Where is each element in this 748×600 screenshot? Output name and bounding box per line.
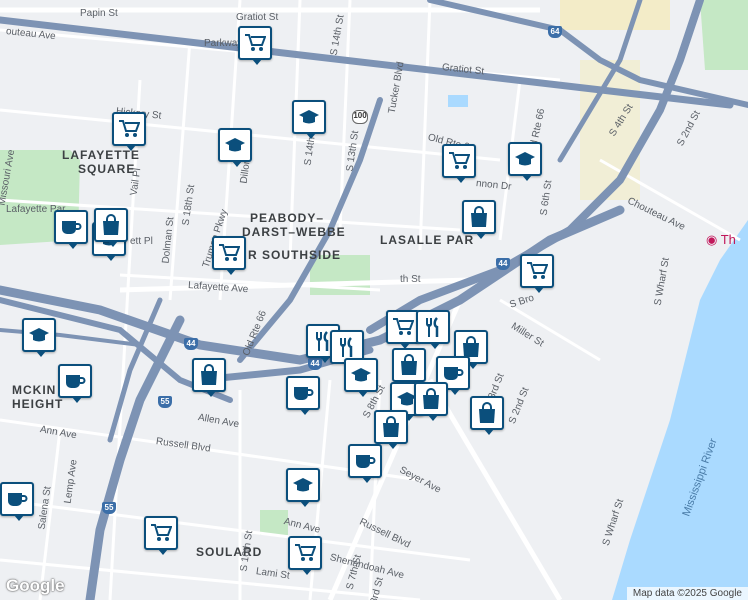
neighborhood-label: DARST–WEBBE [242, 225, 346, 239]
map-attribution[interactable]: Map data ©2025 Google [626, 587, 748, 600]
shopping-cart-icon [150, 523, 172, 543]
school-pin[interactable] [344, 358, 378, 397]
graduation-cap-icon [28, 326, 50, 344]
coffee-cup-icon [442, 364, 464, 382]
shopping-bag-icon [421, 388, 441, 410]
interstate-shield: 64 [548, 26, 562, 38]
interstate-shield: 44 [184, 338, 198, 350]
shopping-pin[interactable] [94, 208, 128, 247]
shopping-cart-icon [244, 33, 266, 53]
fork-knife-icon [337, 336, 357, 358]
park-area [700, 0, 748, 70]
neighborhood-label: LASALLE PAR [380, 233, 475, 247]
shopping-pin[interactable] [414, 382, 448, 421]
interstate-shield: 44 [496, 258, 510, 270]
state-route-shield: 100 [352, 110, 368, 124]
cafe-pin[interactable] [0, 482, 34, 521]
graduation-cap-icon [514, 150, 536, 168]
pond [448, 95, 468, 107]
school-pin[interactable] [22, 318, 56, 357]
school-pin[interactable] [218, 128, 252, 167]
street-label: th St [400, 274, 421, 285]
shopping-cart-icon [218, 243, 240, 263]
mississippi-river [612, 220, 748, 600]
street-label: Parkway [204, 38, 243, 49]
shopping-cart-icon [448, 151, 470, 171]
cafe-pin[interactable] [54, 210, 88, 249]
stadium-zone [560, 0, 670, 30]
neighborhood-label: SQUARE [78, 162, 136, 176]
school-pin[interactable] [508, 142, 542, 181]
interstate-shield: 55 [158, 396, 172, 408]
street-label: ett Pl [130, 236, 153, 247]
shopping-bag-icon [477, 402, 497, 424]
grocery-pin[interactable] [442, 144, 476, 183]
restaurant-pin[interactable] [416, 310, 450, 349]
grocery-pin[interactable] [520, 254, 554, 293]
street-label: Gratiot St [236, 12, 279, 23]
graduation-cap-icon [224, 136, 246, 154]
graduation-cap-icon [298, 108, 320, 126]
shopping-bag-icon [461, 336, 481, 358]
neighborhood-label: R SOUTHSIDE [248, 248, 342, 262]
graduation-cap-icon [292, 476, 314, 494]
interstate-shield: 55 [102, 502, 116, 514]
coffee-cup-icon [6, 490, 28, 508]
shopping-pin[interactable] [192, 358, 226, 397]
shopping-pin[interactable] [374, 410, 408, 449]
neighborhood-label: PEABODY– [250, 211, 325, 225]
shopping-pin[interactable] [392, 348, 426, 387]
shopping-pin[interactable] [462, 200, 496, 239]
coffee-cup-icon [60, 218, 82, 236]
shopping-cart-icon [294, 543, 316, 563]
shopping-cart-icon [392, 317, 414, 337]
shopping-bag-icon [101, 214, 121, 236]
grocery-pin[interactable] [386, 310, 420, 349]
grocery-pin[interactable] [144, 516, 178, 555]
grocery-pin[interactable] [212, 236, 246, 275]
grocery-pin[interactable] [112, 112, 146, 151]
coffee-cup-icon [354, 452, 376, 470]
school-pin[interactable] [292, 100, 326, 139]
neighborhood-label: MCKIN [12, 383, 57, 397]
fork-knife-icon [423, 316, 443, 338]
poi-label: ◉ Th [706, 232, 736, 248]
cafe-pin[interactable] [348, 444, 382, 483]
shopping-bag-icon [399, 354, 419, 376]
shopping-cart-icon [118, 119, 140, 139]
grocery-pin[interactable] [288, 536, 322, 575]
graduation-cap-icon [350, 366, 372, 384]
cafe-pin[interactable] [286, 376, 320, 415]
shopping-bag-icon [381, 416, 401, 438]
coffee-cup-icon [292, 384, 314, 402]
grocery-pin[interactable] [238, 26, 272, 65]
map-canvas[interactable]: LAFAYETTE SQUARE PEABODY– DARST–WEBBE R … [0, 0, 748, 600]
street-label: Papin St [80, 8, 118, 19]
shopping-bag-icon [199, 364, 219, 386]
shopping-bag-icon [469, 206, 489, 228]
coffee-cup-icon [64, 372, 86, 390]
shopping-pin[interactable] [470, 396, 504, 435]
school-pin[interactable] [286, 468, 320, 507]
cafe-pin[interactable] [58, 364, 92, 403]
neighborhood-label: HEIGHT [12, 397, 64, 411]
shopping-cart-icon [526, 261, 548, 281]
poi-label-text: Th [720, 232, 736, 247]
google-logo: Google [6, 576, 65, 595]
museum-icon: ◉ [706, 232, 718, 247]
